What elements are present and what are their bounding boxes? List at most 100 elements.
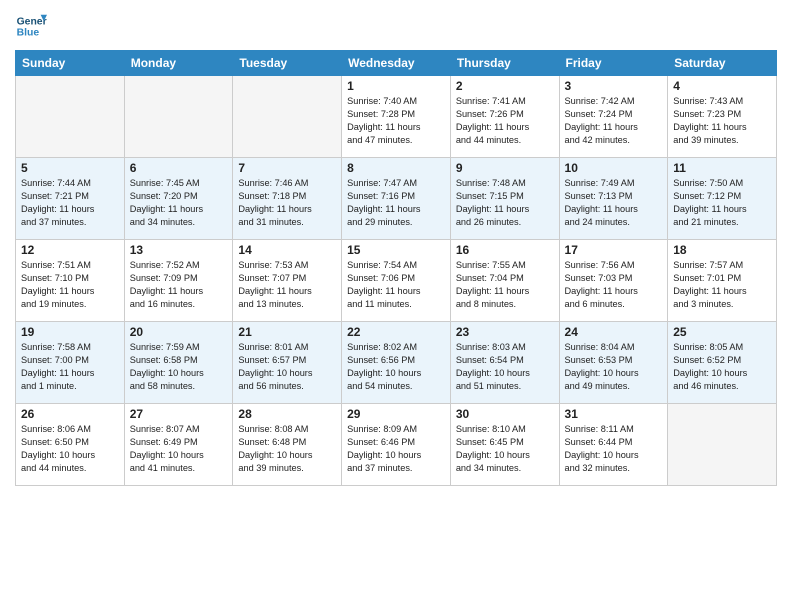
day-info: Sunrise: 7:45 AM Sunset: 7:20 PM Dayligh…: [130, 177, 228, 229]
calendar-cell: 24 Sunrise: 8:04 AM Sunset: 6:53 PM Dayli…: [559, 322, 668, 404]
calendar-cell: 16Sunrise: 7:55 AM Sunset: 7:04 PM Dayli…: [450, 240, 559, 322]
calendar-cell: 23 Sunrise: 8:03 AM Sunset: 6:54 PM Dayli…: [450, 322, 559, 404]
day-number: 28: [238, 407, 336, 421]
day-number: 2: [456, 79, 554, 93]
weekday-header-tuesday: Tuesday: [233, 51, 342, 76]
day-info: Sunrise: 8:09 AM Sunset: 6:46 PM Dayligh…: [347, 423, 445, 475]
calendar-cell: 11 Sunrise: 7:50 AM Sunset: 7:12 PM Dayli…: [668, 158, 777, 240]
calendar-cell: 13 Sunrise: 7:52 AM Sunset: 7:09 PM Dayli…: [124, 240, 233, 322]
day-info: Sunrise: 7:50 AM Sunset: 7:12 PM Dayligh…: [673, 177, 771, 229]
calendar-cell: 17 Sunrise: 7:56 AM Sunset: 7:03 PM Dayli…: [559, 240, 668, 322]
day-number: 14: [238, 243, 336, 257]
calendar-cell: 2 Sunrise: 7:41 AM Sunset: 7:26 PM Daylig…: [450, 76, 559, 158]
calendar-cell: [233, 76, 342, 158]
weekday-header-saturday: Saturday: [668, 51, 777, 76]
calendar-cell: 29 Sunrise: 8:09 AM Sunset: 6:46 PM Dayli…: [342, 404, 451, 486]
day-number: 20: [130, 325, 228, 339]
day-number: 24: [565, 325, 663, 339]
day-number: 13: [130, 243, 228, 257]
day-info: Sunrise: 7:51 AM Sunset: 7:10 PM Dayligh…: [21, 259, 119, 311]
day-number: 29: [347, 407, 445, 421]
calendar-cell: 14 Sunrise: 7:53 AM Sunset: 7:07 PM Dayli…: [233, 240, 342, 322]
day-info: Sunrise: 7:40 AM Sunset: 7:28 PM Dayligh…: [347, 95, 445, 147]
day-number: 6: [130, 161, 228, 175]
day-info: Sunrise: 7:56 AM Sunset: 7:03 PM Dayligh…: [565, 259, 663, 311]
weekday-header-friday: Friday: [559, 51, 668, 76]
day-number: 27: [130, 407, 228, 421]
calendar-cell: [16, 76, 125, 158]
day-info: Sunrise: 7:46 AM Sunset: 7:18 PM Dayligh…: [238, 177, 336, 229]
day-info: Sunrise: 8:08 AM Sunset: 6:48 PM Dayligh…: [238, 423, 336, 475]
day-number: 22: [347, 325, 445, 339]
day-info: Sunrise: 7:42 AM Sunset: 7:24 PM Dayligh…: [565, 95, 663, 147]
calendar-cell: 20 Sunrise: 7:59 AM Sunset: 6:58 PM Dayli…: [124, 322, 233, 404]
day-info: Sunrise: 7:41 AM Sunset: 7:26 PM Dayligh…: [456, 95, 554, 147]
day-info: Sunrise: 8:06 AM Sunset: 6:50 PM Dayligh…: [21, 423, 119, 475]
logo-icon: General Blue: [15, 10, 47, 42]
weekday-header-sunday: Sunday: [16, 51, 125, 76]
calendar-cell: [668, 404, 777, 486]
day-number: 30: [456, 407, 554, 421]
calendar-cell: 10Sunrise: 7:49 AM Sunset: 7:13 PM Dayli…: [559, 158, 668, 240]
day-number: 26: [21, 407, 119, 421]
day-number: 9: [456, 161, 554, 175]
calendar-cell: 30 Sunrise: 8:10 AM Sunset: 6:45 PM Dayli…: [450, 404, 559, 486]
calendar-cell: 22 Sunrise: 8:02 AM Sunset: 6:56 PM Dayli…: [342, 322, 451, 404]
day-info: Sunrise: 8:03 AM Sunset: 6:54 PM Dayligh…: [456, 341, 554, 393]
day-info: Sunrise: 7:55 AM Sunset: 7:04 PM Dayligh…: [456, 259, 554, 311]
day-info: Sunrise: 8:02 AM Sunset: 6:56 PM Dayligh…: [347, 341, 445, 393]
calendar-cell: 26 Sunrise: 8:06 AM Sunset: 6:50 PM Dayli…: [16, 404, 125, 486]
svg-text:Blue: Blue: [17, 28, 40, 39]
day-number: 4: [673, 79, 771, 93]
day-info: Sunrise: 7:47 AM Sunset: 7:16 PM Dayligh…: [347, 177, 445, 229]
day-number: 23: [456, 325, 554, 339]
day-info: Sunrise: 7:54 AM Sunset: 7:06 PM Dayligh…: [347, 259, 445, 311]
calendar-week-4: 19Sunrise: 7:58 AM Sunset: 7:00 PM Dayli…: [16, 322, 777, 404]
day-number: 31: [565, 407, 663, 421]
day-number: 1: [347, 79, 445, 93]
day-info: Sunrise: 7:53 AM Sunset: 7:07 PM Dayligh…: [238, 259, 336, 311]
calendar-table: SundayMondayTuesdayWednesdayThursdayFrid…: [15, 50, 777, 486]
weekday-header-row: SundayMondayTuesdayWednesdayThursdayFrid…: [16, 51, 777, 76]
day-info: Sunrise: 7:58 AM Sunset: 7:00 PM Dayligh…: [21, 341, 119, 393]
logo: General Blue: [15, 10, 47, 42]
calendar-cell: 31Sunrise: 8:11 AM Sunset: 6:44 PM Dayli…: [559, 404, 668, 486]
calendar-cell: 3 Sunrise: 7:42 AM Sunset: 7:24 PM Daylig…: [559, 76, 668, 158]
day-info: Sunrise: 7:49 AM Sunset: 7:13 PM Dayligh…: [565, 177, 663, 229]
day-info: Sunrise: 8:07 AM Sunset: 6:49 PM Dayligh…: [130, 423, 228, 475]
day-number: 5: [21, 161, 119, 175]
calendar-cell: 7 Sunrise: 7:46 AM Sunset: 7:18 PM Daylig…: [233, 158, 342, 240]
day-info: Sunrise: 8:04 AM Sunset: 6:53 PM Dayligh…: [565, 341, 663, 393]
page-container: General Blue SundayMondayTuesdayWednesda…: [0, 0, 792, 612]
calendar-cell: 4 Sunrise: 7:43 AM Sunset: 7:23 PM Daylig…: [668, 76, 777, 158]
day-number: 7: [238, 161, 336, 175]
calendar-cell: 25 Sunrise: 8:05 AM Sunset: 6:52 PM Dayli…: [668, 322, 777, 404]
day-number: 25: [673, 325, 771, 339]
weekday-header-thursday: Thursday: [450, 51, 559, 76]
day-info: Sunrise: 7:57 AM Sunset: 7:01 PM Dayligh…: [673, 259, 771, 311]
day-info: Sunrise: 8:01 AM Sunset: 6:57 PM Dayligh…: [238, 341, 336, 393]
day-number: 8: [347, 161, 445, 175]
day-number: 21: [238, 325, 336, 339]
day-info: Sunrise: 7:43 AM Sunset: 7:23 PM Dayligh…: [673, 95, 771, 147]
day-info: Sunrise: 7:44 AM Sunset: 7:21 PM Dayligh…: [21, 177, 119, 229]
header: General Blue: [15, 10, 777, 42]
day-number: 15: [347, 243, 445, 257]
day-number: 11: [673, 161, 771, 175]
calendar-cell: 6 Sunrise: 7:45 AM Sunset: 7:20 PM Daylig…: [124, 158, 233, 240]
day-info: Sunrise: 7:59 AM Sunset: 6:58 PM Dayligh…: [130, 341, 228, 393]
day-info: Sunrise: 8:05 AM Sunset: 6:52 PM Dayligh…: [673, 341, 771, 393]
day-info: Sunrise: 8:10 AM Sunset: 6:45 PM Dayligh…: [456, 423, 554, 475]
calendar-week-3: 12Sunrise: 7:51 AM Sunset: 7:10 PM Dayli…: [16, 240, 777, 322]
calendar-cell: 12Sunrise: 7:51 AM Sunset: 7:10 PM Dayli…: [16, 240, 125, 322]
day-info: Sunrise: 7:52 AM Sunset: 7:09 PM Dayligh…: [130, 259, 228, 311]
calendar-cell: 28 Sunrise: 8:08 AM Sunset: 6:48 PM Dayli…: [233, 404, 342, 486]
weekday-header-wednesday: Wednesday: [342, 51, 451, 76]
calendar-cell: 15 Sunrise: 7:54 AM Sunset: 7:06 PM Dayli…: [342, 240, 451, 322]
day-number: 17: [565, 243, 663, 257]
calendar-cell: 21 Sunrise: 8:01 AM Sunset: 6:57 PM Dayli…: [233, 322, 342, 404]
calendar-cell: 1 Sunrise: 7:40 AM Sunset: 7:28 PM Daylig…: [342, 76, 451, 158]
calendar-cell: 5 Sunrise: 7:44 AM Sunset: 7:21 PM Daylig…: [16, 158, 125, 240]
day-number: 3: [565, 79, 663, 93]
calendar-cell: 18Sunrise: 7:57 AM Sunset: 7:01 PM Dayli…: [668, 240, 777, 322]
